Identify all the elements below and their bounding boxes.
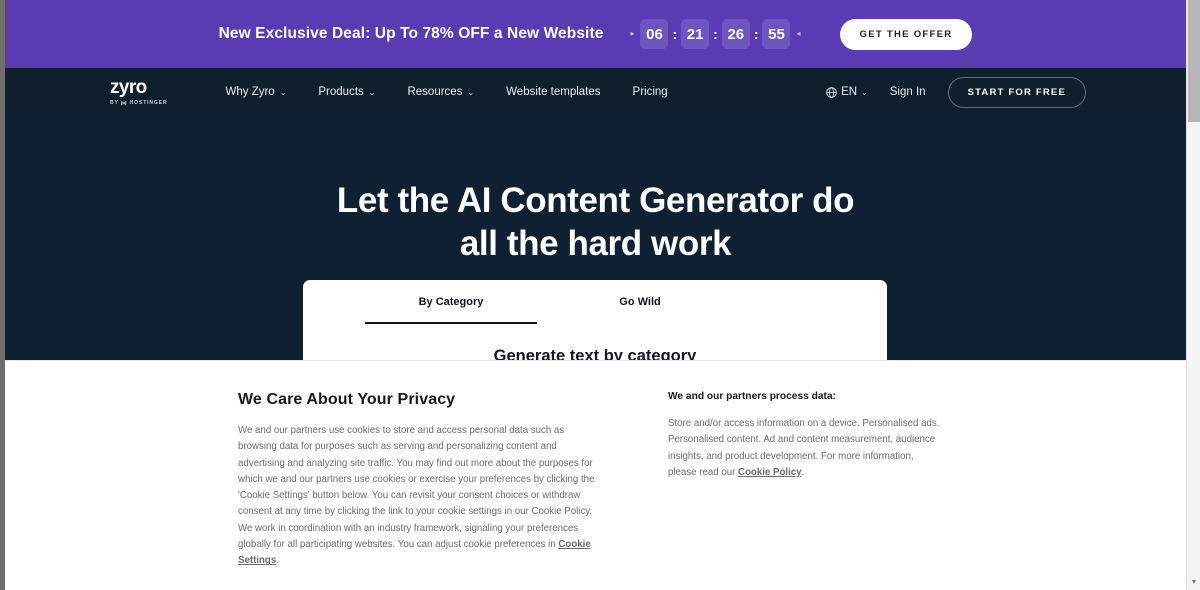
language-label: EN <box>841 86 858 98</box>
scroll-down-arrow-icon[interactable]: ▼ <box>1189 578 1199 588</box>
start-for-free-button[interactable]: START FOR FREE <box>947 76 1086 108</box>
countdown-separator: : <box>713 26 718 42</box>
logo-wordmark: zyro <box>110 76 147 98</box>
nav-item-resources[interactable]: Resources ⌄ <box>407 86 474 98</box>
browser-left-edge <box>0 0 5 590</box>
nav-item-label: Why Zyro <box>225 86 275 98</box>
logo-byline-prefix: BY <box>110 100 119 106</box>
generator-tabs: By Category Go Wild <box>303 280 887 324</box>
nav-item-label: Website templates <box>506 86 601 98</box>
cookie-consent-columns: We Care About Your Privacy We and our pa… <box>5 361 1186 590</box>
hero-title: Let the AI Content Generator do all the … <box>5 116 1186 265</box>
chevron-down-icon: ⌄ <box>279 88 287 97</box>
nav-item-label: Pricing <box>632 86 668 98</box>
cookie-policy-link[interactable]: Cookie Policy <box>738 467 802 478</box>
cookie-consent-banner: We Care About Your Privacy We and our pa… <box>5 360 1186 590</box>
partners-title: We and our partners process data: <box>668 391 836 402</box>
countdown-minutes: 26 <box>721 19 750 49</box>
main-navbar: zyro BY ⋈ HOSTINGER Why Zyro ⌄ Products … <box>5 68 1186 116</box>
vertical-scrollbar[interactable]: ▲ ▼ <box>1186 0 1200 590</box>
chevron-down-icon: ⌄ <box>467 88 475 97</box>
tab-go-wild[interactable]: Go Wild <box>580 296 700 324</box>
scrollbar-thumb[interactable] <box>1188 0 1200 122</box>
navbar-actions: EN ⌄ Sign In START FOR FREE <box>826 76 1086 108</box>
logo-byline: BY ⋈ HOSTINGER <box>110 100 167 107</box>
countdown-hours: 21 <box>681 19 710 49</box>
partners-description: Store and/or access information on a dev… <box>668 416 940 481</box>
promo-banner-text: New Exclusive Deal: Up To 78% OFF a New … <box>218 25 604 42</box>
partners-description-tail: . <box>801 466 805 478</box>
promo-banner: New Exclusive Deal: Up To 78% OFF a New … <box>5 0 1186 68</box>
cookie-consent-main: We Care About Your Privacy We and our pa… <box>238 391 596 590</box>
sign-in-link[interactable]: Sign In <box>890 86 926 98</box>
cookie-description-tail: . <box>276 555 279 567</box>
globe-icon <box>826 86 837 98</box>
cookie-description-text: We and our partners use cookies to store… <box>238 425 595 551</box>
nav-item-pricing[interactable]: Pricing <box>633 86 668 98</box>
countdown-separator: : <box>672 26 678 42</box>
countdown-days: 06 <box>640 19 669 49</box>
nav-item-label: Resources <box>407 86 463 98</box>
tab-by-category[interactable]: By Category <box>365 296 537 324</box>
hero-title-line-1: Let the AI Content Generator do <box>336 181 855 220</box>
nav-item-why-zyro[interactable]: Why Zyro ⌄ <box>225 86 286 98</box>
cookie-consent-description: We and our partners use cookies to store… <box>238 423 596 570</box>
language-selector[interactable]: EN ⌄ <box>826 86 868 98</box>
browser-viewport: New Exclusive Deal: Up To 78% OFF a New … <box>0 0 1200 590</box>
page-content: New Exclusive Deal: Up To 78% OFF a New … <box>5 0 1186 590</box>
hero-title-line-2: all the hard work <box>459 224 732 264</box>
chevron-down-icon: ⌄ <box>368 88 376 97</box>
nav-item-website-templates[interactable]: Website templates <box>506 86 600 98</box>
caret-left-icon: ◂ <box>796 29 801 38</box>
nav-item-products[interactable]: Products ⌄ <box>318 86 375 98</box>
get-the-offer-button[interactable]: GET THE OFFER <box>839 18 973 50</box>
cookie-consent-title: We Care About Your Privacy <box>238 391 456 408</box>
promo-countdown: ▸ 06 : 21 : 26 : 55 ◂ <box>627 19 803 49</box>
nav-item-label: Products <box>318 86 364 98</box>
logo-byline-brand: HOSTINGER <box>129 100 168 106</box>
countdown-separator: : <box>753 26 759 42</box>
countdown-seconds: 55 <box>762 19 791 49</box>
chevron-down-icon: ⌄ <box>861 88 868 97</box>
cookie-consent-partners: We and our partners process data: Store … <box>668 391 940 590</box>
hostinger-mark-icon: ⋈ <box>120 100 128 107</box>
zyro-logo[interactable]: zyro BY ⋈ HOSTINGER <box>110 78 167 107</box>
navbar-links: Why Zyro ⌄ Products ⌄ Resources ⌄ Websit… <box>225 86 826 98</box>
caret-right-icon: ▸ <box>630 29 635 38</box>
